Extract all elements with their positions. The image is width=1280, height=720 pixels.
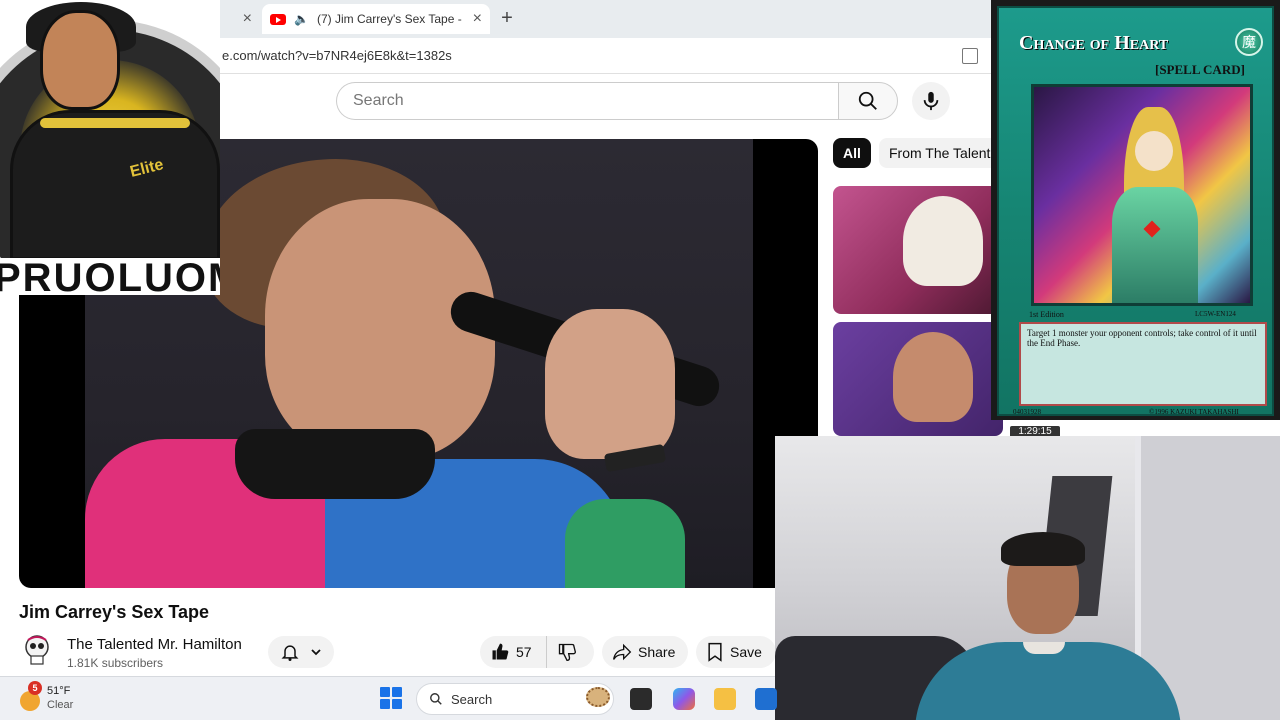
weather-notification-badge: 5 — [28, 681, 42, 695]
logo-jersey-stripe — [40, 118, 190, 128]
card-name: Change of Heart — [1019, 32, 1169, 54]
task-view-icon[interactable] — [630, 688, 652, 710]
recommended-video-thumbnail[interactable] — [833, 186, 1003, 314]
video-shirt-green — [565, 499, 685, 588]
weather-description[interactable]: Clear — [47, 699, 73, 711]
copilot-icon[interactable] — [673, 688, 695, 710]
card-artwork — [1031, 84, 1253, 306]
voice-search-button[interactable] — [912, 82, 950, 120]
start-tile — [392, 699, 402, 709]
like-count: 57 — [516, 644, 532, 660]
card-frame: Change of Heart 魔 [SPELL CARD] 1st Editi… — [997, 6, 1274, 416]
webcam-feed — [775, 436, 1280, 720]
logo-avatar-head — [40, 10, 120, 110]
bookmark-icon — [708, 642, 722, 662]
channel-avatar[interactable] — [22, 634, 52, 668]
start-tile — [380, 687, 390, 697]
windows-taskbar: 5 51°F Clear Search — [0, 676, 777, 720]
search-box[interactable] — [336, 82, 838, 120]
share-button[interactable]: Share — [602, 636, 688, 668]
card-passcode: 04031928 — [1013, 408, 1041, 416]
weather-temperature[interactable]: 51°F — [47, 685, 70, 697]
windows-start-button[interactable] — [380, 687, 402, 709]
taskbar-search-label: Search — [451, 691, 493, 707]
start-tile — [392, 687, 402, 697]
video-shirt-collar — [235, 429, 435, 499]
like-button[interactable]: 57 — [480, 636, 547, 668]
streamer-logo-overlay: Elite PRUOLUOM — [0, 0, 220, 295]
thumbnail-person — [903, 196, 983, 286]
art-robe — [1112, 187, 1198, 303]
close-tab-icon[interactable]: × — [473, 10, 482, 28]
thumbs-up-icon — [492, 643, 509, 660]
tab-title: (7) Jim Carrey's Sex Tape - You — [316, 12, 465, 26]
new-tab-button[interactable]: + — [496, 8, 518, 30]
save-button[interactable]: Save — [696, 636, 776, 668]
thumbnail-person — [893, 332, 973, 422]
trading-card-overlay: Change of Heart 魔 [SPELL CARD] 1st Editi… — [991, 0, 1280, 420]
microsoft-store-icon[interactable] — [755, 688, 777, 710]
search-icon — [858, 91, 877, 110]
youtube-favicon-icon — [270, 13, 286, 25]
close-tab-icon[interactable]: × — [243, 10, 252, 28]
search-button[interactable] — [838, 82, 898, 120]
card-type: [SPELL CARD] — [1155, 62, 1245, 77]
logo-avatar-body — [10, 110, 220, 260]
speaker-icon[interactable]: 🔈 — [294, 12, 309, 26]
search-icon — [430, 693, 442, 705]
video-title: Jim Carrey's Sex Tape — [19, 602, 210, 622]
url-field[interactable]: e.com/watch?v=b7NR4ej6E8k&t=1382s — [222, 48, 452, 63]
start-tile — [380, 699, 390, 709]
logo-wordmark: PRUOLUOM — [0, 258, 220, 295]
like-dislike-group: 57 — [480, 636, 594, 668]
card-copyright: ©1996 KAZUKI TAKAHASHI — [1149, 408, 1239, 416]
file-explorer-icon[interactable] — [714, 688, 736, 710]
webcam-person-hair — [1001, 532, 1085, 566]
taskbar-search[interactable]: Search — [416, 683, 614, 715]
search-highlight-cookie-icon[interactable] — [586, 687, 610, 707]
subscriber-count: 1.81K subscribers — [67, 656, 164, 670]
bell-icon — [281, 645, 299, 661]
card-effect-text: Target 1 monster your opponent controls;… — [1019, 322, 1267, 406]
save-label: Save — [730, 644, 762, 660]
extensions-icon[interactable] — [962, 48, 978, 64]
share-icon — [613, 643, 632, 661]
notification-bell-button[interactable] — [268, 636, 334, 668]
recommended-video-thumbnail[interactable] — [833, 322, 1003, 436]
card-set-code: LC5W-EN124 — [1195, 310, 1236, 318]
card-edition: 1st Edition — [1029, 310, 1064, 319]
chevron-down-icon — [311, 649, 321, 656]
video-hand — [545, 309, 675, 459]
share-label: Share — [638, 644, 676, 660]
webcam-person-collar — [1023, 642, 1065, 654]
dislike-button[interactable] — [547, 636, 587, 668]
microphone-icon — [923, 91, 939, 111]
thumbs-down-icon — [558, 643, 576, 662]
card-attribute-icon: 魔 — [1235, 28, 1263, 56]
browser-tab-active[interactable]: 🔈 (7) Jim Carrey's Sex Tape - You × — [262, 4, 490, 34]
chip-all[interactable]: All — [833, 138, 871, 168]
search-input[interactable] — [353, 92, 813, 110]
art-face — [1135, 131, 1173, 171]
channel-name[interactable]: The Talented Mr. Hamilton — [67, 636, 242, 653]
